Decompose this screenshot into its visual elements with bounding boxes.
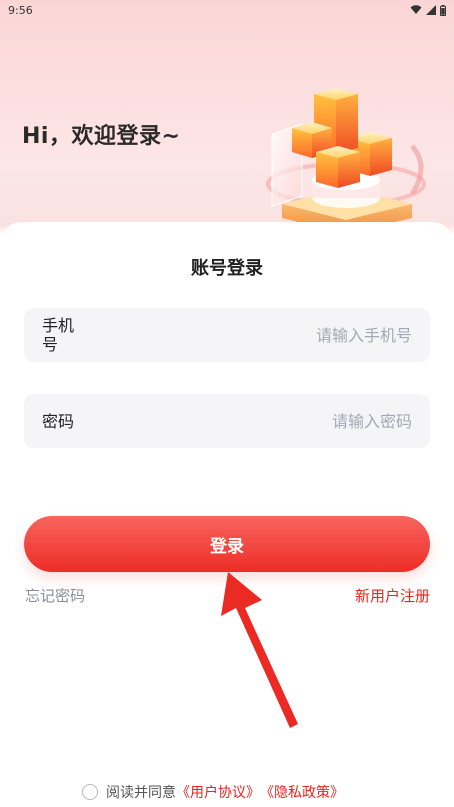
- privacy-policy-link[interactable]: 《隐私政策》: [260, 782, 344, 802]
- status-bar: 9:56: [0, 0, 454, 20]
- password-label: 密码: [42, 411, 75, 431]
- phone-label: 手机号: [42, 316, 75, 354]
- password-field[interactable]: 密码: [24, 394, 430, 448]
- register-link[interactable]: 新用户注册: [355, 585, 430, 606]
- battery-icon: [440, 4, 446, 16]
- agreement-prefix: 阅读并同意: [106, 785, 176, 801]
- phone-field[interactable]: 手机号: [24, 308, 430, 362]
- wifi-icon: [410, 5, 422, 14]
- forgot-password-link[interactable]: 忘记密码: [25, 585, 85, 606]
- password-input[interactable]: [82, 411, 412, 431]
- cube-stack-illustration: [266, 88, 426, 234]
- status-time: 9:56: [8, 3, 33, 17]
- card-title: 账号登录: [191, 258, 263, 279]
- user-agreement-link[interactable]: 《用户协议》: [176, 782, 260, 802]
- login-button[interactable]: 登录: [24, 516, 430, 572]
- welcome-heading: Hi，欢迎登录~: [22, 124, 181, 149]
- agreement-row: 阅读并同意 《用户协议》 《隐私政策》: [82, 782, 344, 802]
- login-screen: 9:56 Hi，欢迎登录~ 账号登录 手机号 请输入手机号 密码 登录 忘记密码…: [0, 0, 454, 807]
- agreement-checkbox[interactable]: [82, 784, 98, 800]
- status-icons: [410, 4, 446, 16]
- signal-icon: [426, 5, 436, 15]
- phone-input[interactable]: [82, 325, 412, 345]
